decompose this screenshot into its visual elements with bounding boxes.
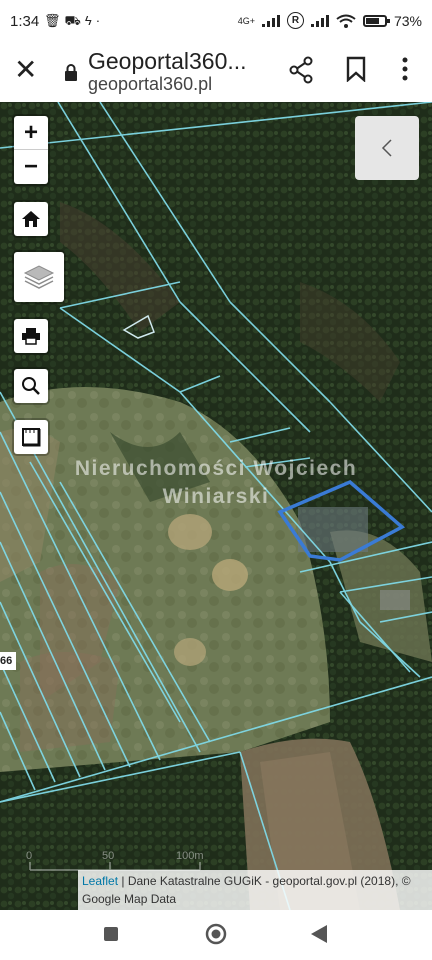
scale-label-50: 50: [102, 850, 115, 862]
home-button[interactable]: [14, 202, 48, 236]
notification-icons: 🗑⛟ϟ·: [44, 13, 104, 31]
edge-label: 66: [0, 652, 16, 670]
system-nav-bar: [0, 910, 432, 960]
chevron-left-icon: [381, 139, 392, 157]
share-icon[interactable]: [288, 56, 314, 84]
lock-icon: [65, 64, 77, 81]
side-panel-toggle[interactable]: [355, 116, 419, 180]
page-title: Geoportal360...: [88, 48, 247, 74]
battery-icon: [362, 14, 390, 27]
watermark-line-2: Winiarski: [162, 485, 270, 508]
page-url[interactable]: geoportal360.pl: [88, 74, 212, 95]
trash-icon: 🗑: [44, 13, 65, 28]
map-view[interactable]: + − Nieruchomości Wojciech Winiarski 66 …: [0, 102, 432, 910]
recents-icon[interactable]: [103, 926, 119, 942]
scale-label-100m: 100m: [176, 850, 204, 862]
registered-icon: R: [286, 12, 304, 29]
close-icon[interactable]: ✕: [14, 56, 37, 84]
battery-percent: 73%: [393, 12, 422, 29]
signal-icon: [261, 14, 280, 27]
measure-button[interactable]: [14, 420, 48, 454]
bookmark-icon[interactable]: [346, 56, 366, 82]
dot-icon: ·: [95, 13, 105, 28]
layers-icon: [23, 265, 55, 289]
clock: 1:34: [10, 13, 40, 30]
map-attribution: Leaflet | Dane Katastralne GUGiK - geopo…: [78, 870, 432, 910]
network-type: 4G+: [237, 15, 255, 26]
leaflet-link[interactable]: Leaflet: [82, 874, 118, 888]
print-button[interactable]: [14, 319, 48, 353]
home-nav-icon[interactable]: [204, 922, 228, 946]
back-icon[interactable]: [310, 924, 328, 944]
signal-icon-2: [310, 14, 329, 27]
attribution-text: | Dane Katastralne GUGiK - geoportal.gov…: [82, 874, 411, 906]
watermark-line-1: Nieruchomości Wojciech: [74, 457, 358, 480]
search-icon: [22, 377, 40, 395]
status-bar: 1:34 🗑⛟ϟ· 4G+ R 73%: [0, 0, 432, 44]
ruler-icon: [22, 428, 41, 447]
car-icon: ⛟: [64, 13, 85, 28]
more-vert-icon[interactable]: [400, 56, 410, 82]
search-button[interactable]: [14, 369, 48, 403]
print-icon: [22, 328, 40, 345]
scale-label-0: 0: [26, 850, 33, 862]
zoom-control: + −: [14, 116, 48, 184]
browser-toolbar: ✕ Geoportal360... geoportal360.pl: [0, 44, 432, 102]
zoom-out-button[interactable]: −: [14, 150, 48, 184]
bolt-icon: ϟ: [84, 13, 96, 28]
system-icons: 4G+ R 73%: [238, 12, 422, 29]
zoom-in-button[interactable]: +: [14, 116, 48, 150]
wifi-icon: [336, 14, 356, 28]
layers-button[interactable]: [14, 252, 64, 302]
home-icon: [22, 211, 40, 227]
